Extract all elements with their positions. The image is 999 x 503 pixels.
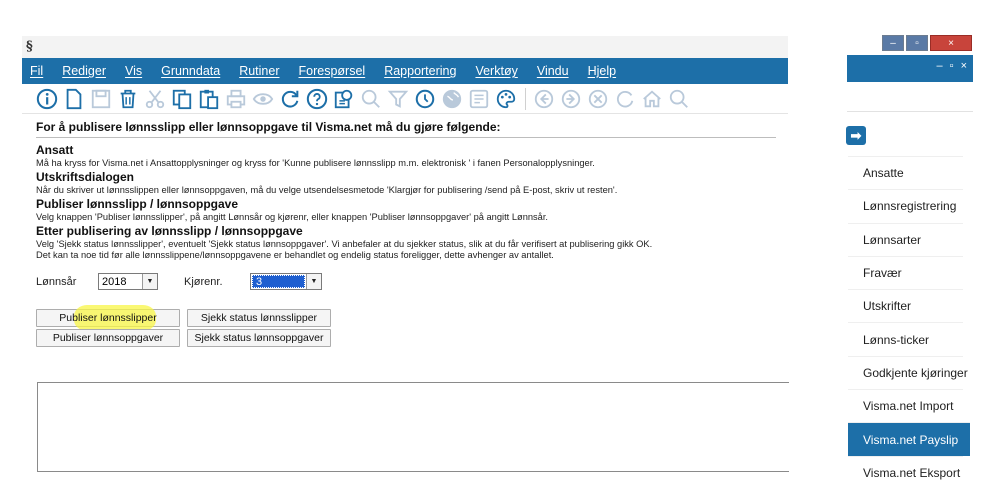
toolbar-separator <box>525 87 526 110</box>
side-item-vismanet-payslip[interactable]: Visma.net Payslip <box>848 422 970 456</box>
side-item-godkjente-kjoringer[interactable]: Godkjente kjøringer <box>848 355 968 389</box>
filter-form: Lønnsår 2018 ▼ Kjørenr. 3 ▼ <box>36 273 776 290</box>
side-item-vismanet-eksport[interactable]: Visma.net Eksport <box>848 455 963 489</box>
page-heading: For å publisere lønnsslipp eller lønnsop… <box>36 118 776 138</box>
screen: § Fil Rediger Vis Grunndata Rutiner Fore… <box>0 0 999 503</box>
button-row-payslips: Publiser lønnsslipper Sjekk status lønns… <box>36 305 776 331</box>
info-icon[interactable] <box>34 86 60 112</box>
minimize-icon[interactable]: – <box>882 35 904 51</box>
side-item-fravaer[interactable]: Fravær <box>848 255 963 289</box>
delete-icon[interactable] <box>115 86 141 112</box>
menu-bar: Fil Rediger Vis Grunndata Rutiner Foresp… <box>22 58 788 84</box>
check-payslips-button[interactable]: Sjekk status lønnsslipper <box>187 309 331 327</box>
publish-statements-label: Publiser lønnsoppgaver <box>52 332 164 344</box>
side-panel-controls[interactable]: – ▫ × <box>936 60 969 72</box>
print-icon[interactable] <box>223 86 249 112</box>
save-icon[interactable] <box>88 86 114 112</box>
section-text-publiser: Velg knappen 'Publiser lønnsslipper', på… <box>36 212 549 222</box>
home-icon[interactable] <box>639 86 665 112</box>
run-select[interactable]: 3 ▼ <box>250 273 322 290</box>
help-icon[interactable] <box>304 86 330 112</box>
search-icon[interactable] <box>358 86 384 112</box>
check-statements-label: Sjekk status lønnsoppgaver <box>194 332 324 344</box>
publish-statements-button[interactable]: Publiser lønnsoppgaver <box>36 329 180 347</box>
forward-icon[interactable] <box>558 86 584 112</box>
side-item-utskrifter[interactable]: Utskrifter <box>848 289 963 322</box>
payroll-app-window: § Fil Rediger Vis Grunndata Rutiner Fore… <box>22 36 789 472</box>
globe-icon[interactable] <box>439 86 465 112</box>
menu-rutiner[interactable]: Rutiner <box>239 64 279 78</box>
chevron-down-icon[interactable]: ▼ <box>306 274 321 289</box>
section-title-etter-publisering: Etter publisering av lønnsslipp / lønnso… <box>36 224 303 238</box>
settings-search-icon[interactable] <box>331 86 357 112</box>
menu-grunndata[interactable]: Grunndata <box>161 64 220 78</box>
menu-vis[interactable]: Vis <box>125 64 142 78</box>
section-text-etter-publisering-2: Det kan ta noe tid før alle lønnsslippen… <box>36 250 554 260</box>
main-content: For å publisere lønnsslipp eller lønnsop… <box>22 114 788 347</box>
menu-fil[interactable]: Fil <box>30 64 43 78</box>
history-icon[interactable] <box>412 86 438 112</box>
paste-icon[interactable] <box>196 86 222 112</box>
title-bar: § <box>22 36 788 58</box>
menu-verktoy[interactable]: Verktøy <box>475 64 517 78</box>
publish-payslips-button[interactable]: Publiser lønnsslipper <box>36 305 180 331</box>
check-statements-button[interactable]: Sjekk status lønnsoppgaver <box>187 329 331 347</box>
side-item-lonns-ticker[interactable]: Lønns-ticker <box>848 322 963 355</box>
menu-rediger[interactable]: Rediger <box>62 64 106 78</box>
button-row-statements: Publiser lønnsoppgaver Sjekk status lønn… <box>36 329 776 347</box>
section-text-ansatt: Må ha kryss for Visma.net i Ansattopplys… <box>36 158 595 168</box>
refresh-icon[interactable] <box>277 86 303 112</box>
app-logo-icon: § <box>26 39 33 54</box>
palette-icon[interactable] <box>493 86 519 112</box>
new-document-icon[interactable] <box>61 86 87 112</box>
menu-rapportering[interactable]: Rapportering <box>384 64 456 78</box>
action-buttons: Publiser lønnsslipper Sjekk status lønns… <box>36 305 776 347</box>
copy-icon[interactable] <box>169 86 195 112</box>
section-title-publiser: Publiser lønnsslipp / lønnsoppgave <box>36 197 239 211</box>
side-item-ansatte[interactable]: Ansatte <box>848 156 963 189</box>
side-item-lonnsregistrering[interactable]: Lønnsregistrering <box>848 189 963 222</box>
publish-payslips-label: Publiser lønnsslipper <box>59 312 157 324</box>
run-value: 3 <box>252 275 305 288</box>
notes-icon[interactable] <box>466 86 492 112</box>
year-value: 2018 <box>102 275 127 288</box>
back-icon[interactable] <box>531 86 557 112</box>
zoom-icon[interactable] <box>666 86 692 112</box>
side-item-lonnsarter[interactable]: Lønnsarter <box>848 222 963 256</box>
section-text-utskriftsdialogen: Når du skriver ut lønnsslippen eller løn… <box>36 185 618 195</box>
side-navigation: Ansatte Lønnsregistrering Lønnsarter Fra… <box>848 156 970 489</box>
side-panel-header: – ▫ × <box>847 55 973 82</box>
side-item-vismanet-import[interactable]: Visma.net Import <box>848 389 963 422</box>
filter-icon[interactable] <box>385 86 411 112</box>
restore-icon[interactable]: ▫ <box>906 35 928 51</box>
section-title-ansatt: Ansatt <box>36 143 74 157</box>
menu-vindu[interactable]: Vindu <box>537 64 569 78</box>
arrow-right-icon[interactable]: ➡ <box>846 126 866 145</box>
section-text-etter-publisering-1: Velg 'Sjekk status lønnsslipper', eventu… <box>36 239 653 249</box>
cut-icon[interactable] <box>142 86 168 112</box>
year-select[interactable]: 2018 ▼ <box>98 273 158 290</box>
close-icon[interactable]: × <box>930 35 972 51</box>
check-payslips-label: Sjekk status lønnsslipper <box>200 312 318 324</box>
menu-foresporsel[interactable]: Forespørsel <box>299 64 366 78</box>
window-controls: – ▫ × <box>880 35 972 51</box>
toolbar <box>22 84 788 114</box>
run-label: Kjørenr. <box>184 275 223 288</box>
reload-icon[interactable] <box>612 86 638 112</box>
year-label: Lønnsår <box>36 275 77 288</box>
chevron-down-icon[interactable]: ▼ <box>142 274 157 289</box>
preview-icon[interactable] <box>250 86 276 112</box>
stop-icon[interactable] <box>585 86 611 112</box>
section-title-utskriftsdialogen: Utskriftsdialogen <box>36 170 135 184</box>
status-output-area[interactable] <box>37 382 789 472</box>
menu-hjelp[interactable]: Hjelp <box>588 64 617 78</box>
divider <box>847 111 973 112</box>
